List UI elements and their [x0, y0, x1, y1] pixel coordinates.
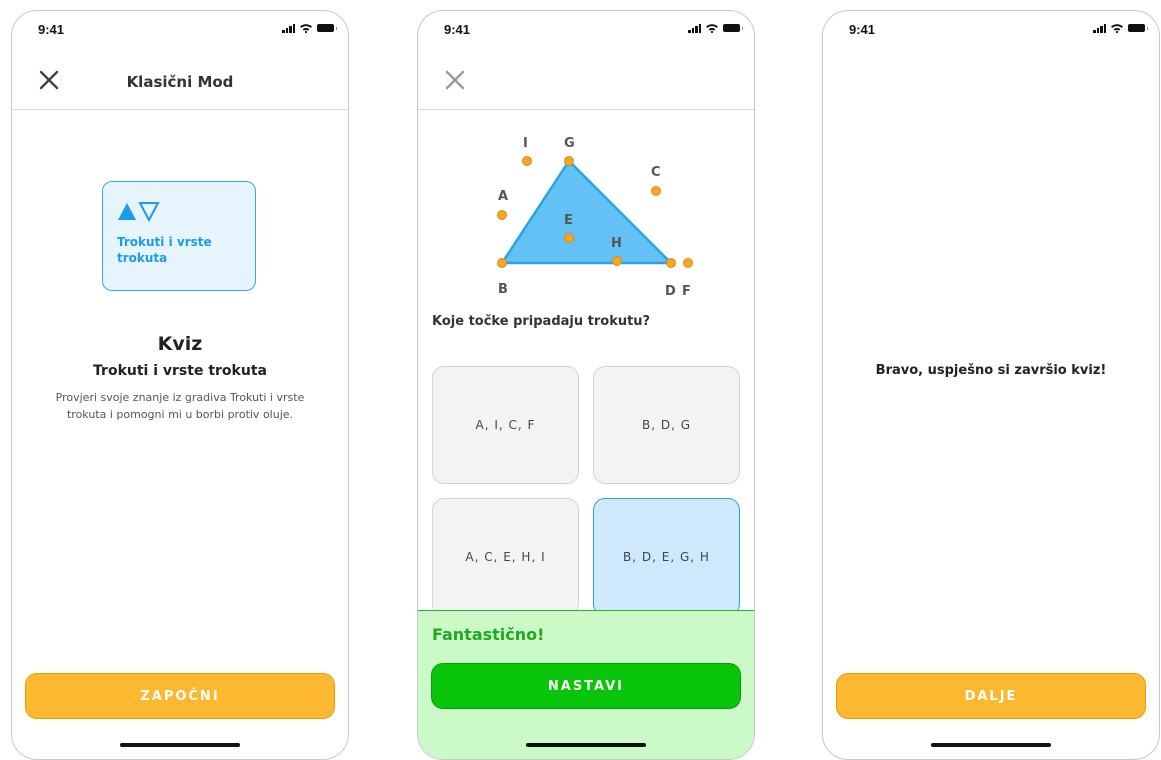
- label-G: G: [564, 136, 575, 151]
- system-icons: [1093, 23, 1148, 33]
- quiz-description: Provjeri svoje znanje iz gradiva Trokuti…: [55, 391, 305, 421]
- label-H: H: [611, 236, 622, 251]
- label-E: E: [564, 213, 573, 228]
- triangles-icon: [118, 202, 160, 222]
- wifi-icon: [300, 24, 312, 33]
- quiz-title: Kviz: [157, 333, 203, 355]
- status-time: 9:41: [849, 22, 876, 37]
- point-C: [651, 186, 661, 196]
- home-indicator: [931, 743, 1051, 747]
- question-text: Koje točke pripadaju trokutu?: [432, 314, 651, 329]
- point-B: [497, 258, 507, 268]
- status-bar: 9:41: [12, 11, 348, 55]
- phone-screen-intro: 9:41 Klasični Mod Trokuti i vrste trokut…: [11, 10, 349, 760]
- battery-icon: [317, 24, 337, 32]
- point-I: [522, 156, 532, 166]
- triangle-shape: [499, 159, 675, 265]
- status-bar: 9:41: [418, 11, 754, 55]
- header-title: Klasični Mod: [126, 73, 234, 91]
- wifi-icon: [1111, 24, 1123, 33]
- header: [418, 55, 754, 110]
- phone-screen-question: 9:41 I G C A E H B D F Koje točke pripad…: [417, 10, 755, 760]
- topic-card: Trokuti i vrste trokuta: [102, 181, 256, 291]
- answer-option-4[interactable]: B, D, E, G, H: [593, 498, 740, 616]
- quiz-subtitle: Trokuti i vrste trokuta: [93, 363, 267, 379]
- home-indicator: [120, 743, 240, 747]
- signal-icon: [282, 23, 295, 33]
- phone-screen-finished: 9:41 Bravo, uspješno si završio kviz! DA…: [822, 10, 1160, 760]
- point-D: [666, 258, 676, 268]
- label-A: A: [498, 189, 508, 204]
- battery-icon: [1128, 24, 1148, 32]
- start-button[interactable]: ZAPOČNI: [25, 673, 335, 719]
- header: Klasični Mod: [12, 55, 348, 110]
- point-H: [612, 256, 622, 266]
- system-icons: [688, 23, 743, 33]
- label-F: F: [682, 284, 691, 299]
- label-B: B: [498, 282, 508, 297]
- point-E: [564, 233, 574, 243]
- feedback-panel: Fantastično! NASTAVI: [418, 610, 754, 759]
- answer-option-2[interactable]: B, D, G: [593, 366, 740, 484]
- home-indicator: [526, 743, 646, 747]
- status-time: 9:41: [444, 22, 471, 37]
- point-G: [564, 156, 574, 166]
- battery-icon: [723, 24, 743, 32]
- point-A: [497, 210, 507, 220]
- topic-card-label: Trokuti i vrste trokuta: [117, 235, 212, 265]
- status-bar: 9:41: [823, 11, 1159, 55]
- point-F: [683, 258, 693, 268]
- answer-option-3[interactable]: A, C, E, H, I: [432, 498, 579, 616]
- status-time: 9:41: [38, 22, 65, 37]
- close-icon[interactable]: [442, 67, 468, 93]
- label-I: I: [523, 136, 528, 151]
- answer-option-1[interactable]: A, I, C, F: [432, 366, 579, 484]
- next-button[interactable]: DALJE: [836, 673, 1146, 719]
- wifi-icon: [706, 24, 718, 33]
- completion-message: Bravo, uspješno si završio kviz!: [875, 363, 1107, 378]
- label-D: D: [665, 284, 676, 299]
- label-C: C: [651, 165, 661, 180]
- signal-icon: [1093, 23, 1106, 33]
- system-icons: [282, 23, 337, 33]
- signal-icon: [688, 23, 701, 33]
- continue-button[interactable]: NASTAVI: [431, 663, 741, 709]
- feedback-text: Fantastično!: [432, 625, 545, 644]
- triangle-diagram: I G C A E H B D F: [497, 136, 693, 299]
